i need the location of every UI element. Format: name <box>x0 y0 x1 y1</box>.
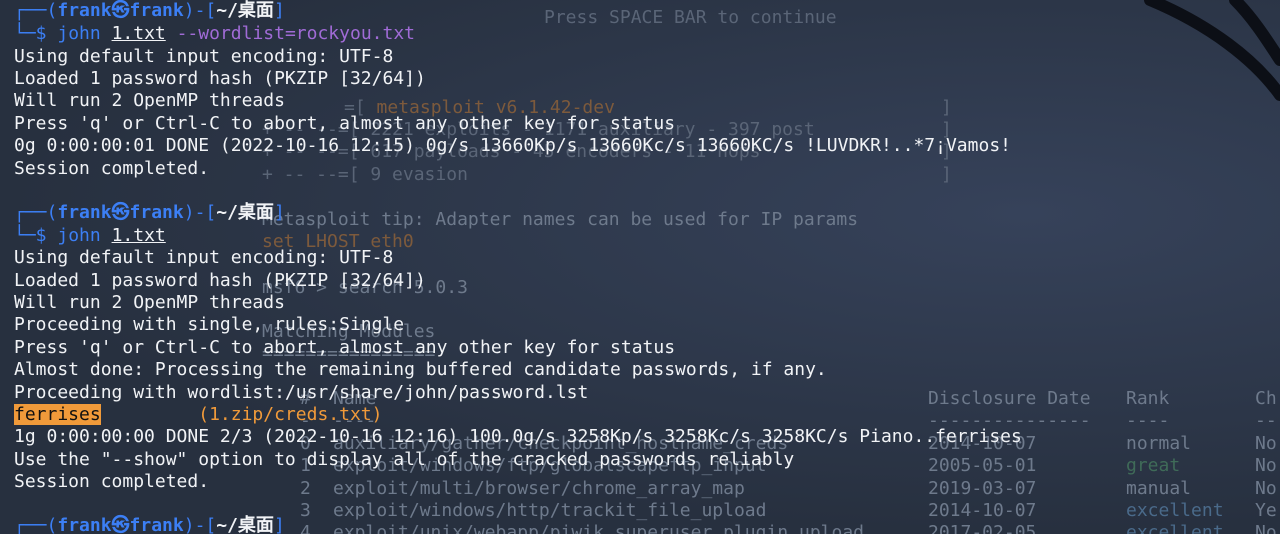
prompt-line-3: ┌──(frank㉿frank)-[~/桌面] <box>14 515 285 534</box>
prompt-line-2: ┌──(frank㉿frank)-[~/桌面] <box>14 202 285 223</box>
output-line: Press 'q' or Ctrl-C to abort, almost any… <box>14 113 676 134</box>
output-line: Using default input encoding: UTF-8 <box>14 46 394 67</box>
cracked-password: ferrises <box>14 404 101 425</box>
output-line: Session completed. <box>14 158 210 179</box>
output-line: Session completed. <box>14 471 210 492</box>
output-line: Will run 2 OpenMP threads <box>14 90 285 111</box>
output-line: Loaded 1 password hash (PKZIP [32/64]) <box>14 270 426 291</box>
output-line: Proceeding with wordlist:/usr/share/john… <box>14 382 589 403</box>
output-line: Using default input encoding: UTF-8 <box>14 247 394 268</box>
cracked-password-source: (1.zip/creds.txt) <box>198 404 383 425</box>
output-line: Will run 2 OpenMP threads <box>14 292 285 313</box>
output-line: 1g 0:00:00:00 DONE 2/3 (2022-10-16 12:16… <box>14 426 1022 447</box>
john-terminal[interactable]: ┌──(frank㉿frank)-[~/桌面] └─$ john 1.txt -… <box>0 0 1280 534</box>
command-line-2: └─$ john 1.txt <box>14 225 166 246</box>
prompt-line-1: ┌──(frank㉿frank)-[~/桌面] <box>14 0 285 21</box>
output-line: 0g 0:00:00:01 DONE (2022-10-16 12:15) 0g… <box>14 135 1011 156</box>
desktop-screen: Press SPACE BAR to continue =[ metasploi… <box>0 0 1280 534</box>
command-line-1: └─$ john 1.txt --wordlist=rockyou.txt <box>14 23 416 44</box>
output-line: Use the "--show" option to display all o… <box>14 449 795 470</box>
output-line: Almost done: Processing the remaining bu… <box>14 359 827 380</box>
output-line: Press 'q' or Ctrl-C to abort, almost any… <box>14 337 676 358</box>
output-line: Proceeding with single, rules:Single <box>14 314 405 335</box>
cracked-password-line: ferrises (1.zip/creds.txt) <box>14 404 382 426</box>
output-line: Loaded 1 password hash (PKZIP [32/64]) <box>14 68 426 89</box>
